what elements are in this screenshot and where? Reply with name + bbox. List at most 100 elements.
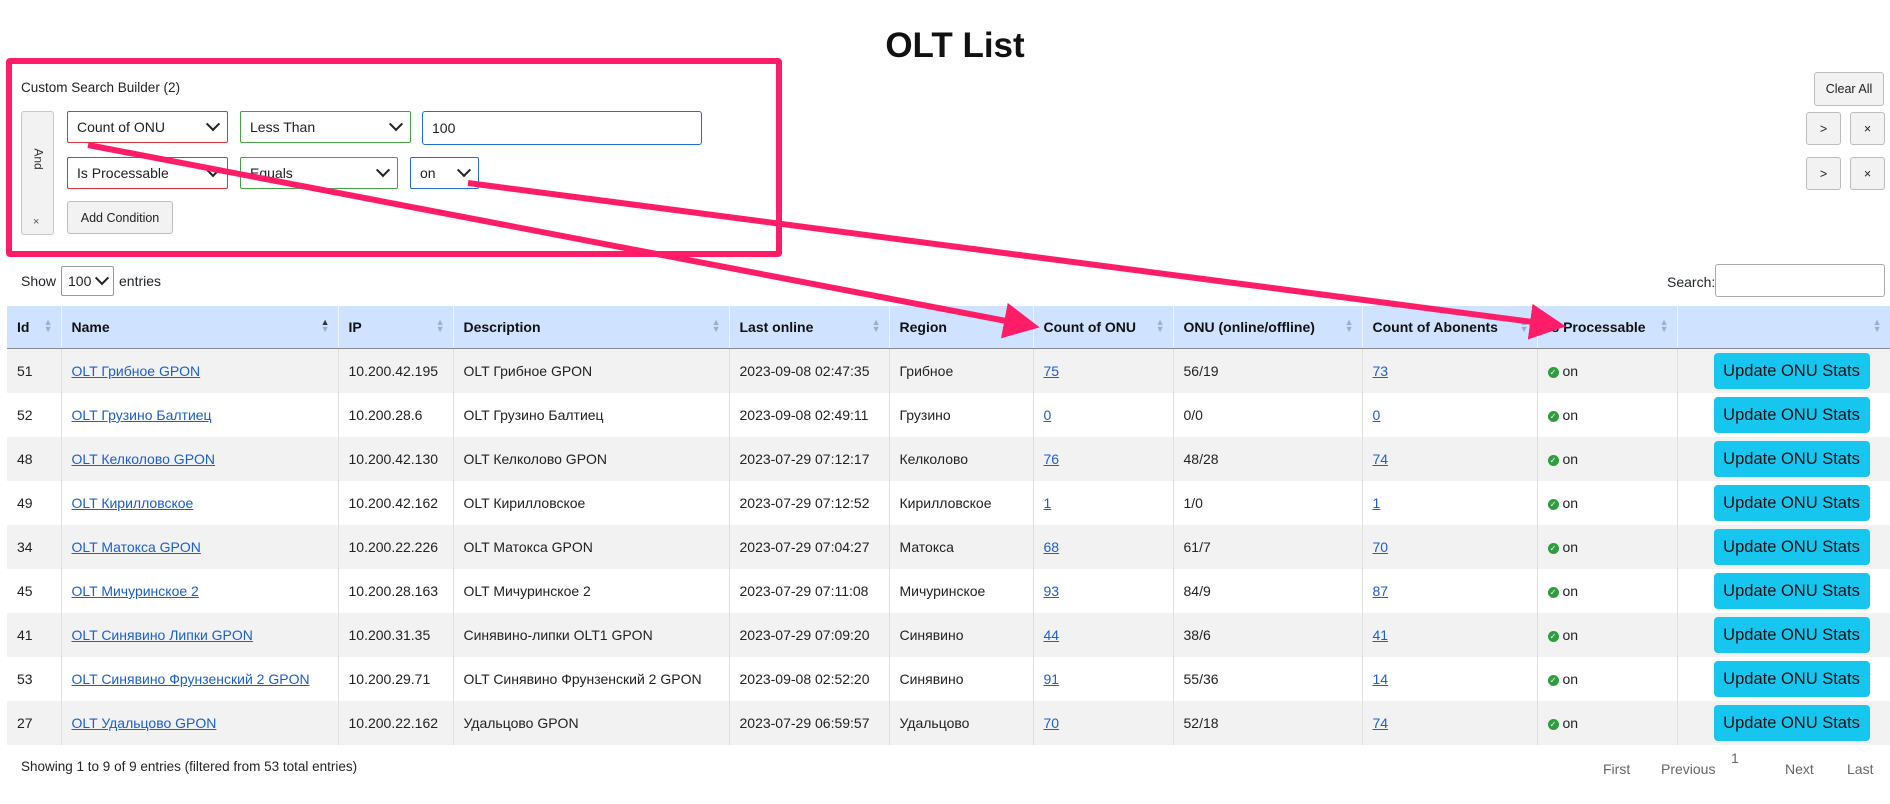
- column-header-description[interactable]: Description ▲ ▼: [453, 306, 730, 349]
- update-onu-stats-button[interactable]: Update ONU Stats: [1713, 485, 1870, 521]
- olt-name-link[interactable]: OLT Келколово GPON: [72, 451, 216, 467]
- update-onu-stats-button[interactable]: Update ONU Stats: [1713, 617, 1870, 653]
- pagination-page-1[interactable]: 1: [1731, 750, 1739, 766]
- cell-onu: 93: [1033, 569, 1174, 613]
- abonents-count-link[interactable]: 87: [1373, 583, 1389, 599]
- abonents-count-link[interactable]: 14: [1373, 671, 1389, 687]
- abonents-count-link[interactable]: 1: [1373, 495, 1381, 511]
- cell-onu: 44: [1033, 613, 1174, 657]
- abonents-count-link[interactable]: 70: [1373, 539, 1389, 555]
- table-row: 51 OLT Грибное GPON 10.200.42.195 OLT Грибн…: [7, 348, 1890, 393]
- olt-name-link[interactable]: OLT Удальцово GPON: [72, 715, 217, 731]
- add-condition-button[interactable]: Add Condition: [67, 201, 173, 234]
- olt-name-link[interactable]: OLT Мичуринское 2: [72, 583, 199, 599]
- column-header-actions[interactable]: ▲ ▼: [1677, 306, 1890, 349]
- logic-toggle[interactable]: And ×: [21, 111, 54, 235]
- cell-region: Грибное: [889, 348, 1034, 393]
- condition-2-indent-button[interactable]: >: [1806, 157, 1841, 190]
- cell-text: 52: [17, 407, 33, 423]
- entries-length-select[interactable]: 100: [61, 266, 114, 296]
- column-header-id[interactable]: Id ▲ ▼: [7, 306, 62, 349]
- column-header-onu-online-offline[interactable]: ONU (online/offline) ▲ ▼: [1173, 306, 1363, 349]
- condition-1-delete-button[interactable]: ×: [1850, 112, 1885, 145]
- column-header-is-processable[interactable]: Is Processable ▲ ▼: [1537, 306, 1678, 349]
- abonents-count-link[interactable]: 74: [1373, 451, 1389, 467]
- cell-abon: 74: [1362, 437, 1538, 481]
- update-onu-stats-button[interactable]: Update ONU Stats: [1713, 661, 1870, 697]
- cell-name: OLT Матокса GPON: [61, 525, 339, 569]
- onu-count-link[interactable]: 93: [1044, 583, 1060, 599]
- column-header-region[interactable]: Region ▲ ▼: [889, 306, 1034, 349]
- pagination-previous[interactable]: Previous: [1661, 761, 1715, 777]
- cell-text: 2023-07-29 06:59:57: [739, 715, 870, 731]
- cell-proc: ✓ on: [1537, 613, 1678, 657]
- olt-name-link[interactable]: OLT Грибное GPON: [72, 363, 201, 379]
- cell-proc: ✓ on: [1537, 348, 1678, 393]
- pagination-last[interactable]: Last: [1847, 761, 1873, 777]
- update-onu-stats-button[interactable]: Update ONU Stats: [1713, 529, 1870, 565]
- cell-text: 55/36: [1183, 671, 1219, 687]
- pagination-first[interactable]: First: [1603, 761, 1630, 777]
- column-header-ip[interactable]: IP ▲ ▼: [338, 306, 454, 349]
- condition-2-column-select[interactable]: Is Processable: [67, 157, 228, 189]
- clear-all-button[interactable]: Clear All: [1814, 72, 1884, 106]
- processable-value: on: [1562, 363, 1579, 379]
- logic-remove-icon[interactable]: ×: [33, 216, 39, 228]
- onu-count-link[interactable]: 76: [1044, 451, 1060, 467]
- cell-text: OLT Матокса GPON: [463, 539, 593, 555]
- cell-proc: ✓ on: [1537, 657, 1678, 701]
- cell-desc: Синявино-липки OLT1 GPON: [453, 613, 730, 657]
- cell-onu: 75: [1033, 348, 1174, 393]
- olt-name-link[interactable]: OLT Синявино Фрунзенский 2 GPON: [72, 671, 310, 687]
- cell-onu_status: 0/0: [1173, 393, 1363, 437]
- column-header-name[interactable]: Name ▲ ▼: [61, 306, 339, 349]
- condition-1-column-select[interactable]: Count of ONU: [67, 111, 228, 143]
- condition-2-delete-button[interactable]: ×: [1850, 157, 1885, 190]
- column-header-last-online[interactable]: Last online ▲ ▼: [729, 306, 890, 349]
- cell-action: Update ONU Stats: [1677, 701, 1890, 745]
- check-circle-icon: ✓: [1547, 586, 1559, 598]
- olt-name-link[interactable]: OLT Кирилловское: [72, 495, 194, 511]
- condition-1-indent-button[interactable]: >: [1806, 112, 1841, 145]
- cell-onu: 68: [1033, 525, 1174, 569]
- onu-count-link[interactable]: 75: [1044, 363, 1060, 379]
- onu-count-link[interactable]: 0: [1044, 407, 1052, 423]
- column-header-count-of-onu[interactable]: Count of ONU ▲ ▼: [1033, 306, 1174, 349]
- olt-name-link[interactable]: OLT Матокса GPON: [72, 539, 201, 555]
- cell-text: 2023-07-29 07:12:52: [739, 495, 870, 511]
- update-onu-stats-button[interactable]: Update ONU Stats: [1713, 353, 1870, 389]
- pagination-next[interactable]: Next: [1785, 761, 1814, 777]
- cell-desc: OLT Грибное GPON: [453, 348, 730, 393]
- cell-text: Удальцово: [899, 715, 970, 731]
- onu-count-link[interactable]: 91: [1044, 671, 1060, 687]
- processable-value: on: [1562, 495, 1579, 511]
- abonents-count-link[interactable]: 41: [1373, 627, 1389, 643]
- processable-value: on: [1562, 627, 1579, 643]
- cell-desc: OLT Келколово GPON: [453, 437, 730, 481]
- condition-1-value-input[interactable]: 100: [422, 111, 702, 145]
- update-onu-stats-button[interactable]: Update ONU Stats: [1713, 705, 1870, 741]
- cell-last: 2023-07-29 07:12:17: [729, 437, 890, 481]
- onu-count-link[interactable]: 1: [1044, 495, 1052, 511]
- onu-count-link[interactable]: 44: [1044, 627, 1060, 643]
- onu-count-link[interactable]: 70: [1044, 715, 1060, 731]
- onu-count-link[interactable]: 68: [1044, 539, 1060, 555]
- column-header-count-of-abonents[interactable]: Count of Abonents ▲ ▼: [1362, 306, 1538, 349]
- update-onu-stats-button[interactable]: Update ONU Stats: [1713, 441, 1870, 477]
- abonents-count-link[interactable]: 73: [1373, 363, 1389, 379]
- abonents-count-link[interactable]: 0: [1373, 407, 1381, 423]
- condition-2-operator-select[interactable]: Equals: [240, 157, 398, 189]
- condition-1-operator-select[interactable]: Less Than: [240, 111, 411, 143]
- update-onu-stats-button[interactable]: Update ONU Stats: [1713, 573, 1870, 609]
- search-input[interactable]: [1715, 264, 1885, 297]
- entries-label: entries: [119, 273, 162, 289]
- condition-2-value-select[interactable]: on: [410, 157, 479, 189]
- cell-ip: 10.200.42.130: [338, 437, 454, 481]
- olt-name-link[interactable]: OLT Синявино Липки GPON: [72, 627, 253, 643]
- entries-length-value: 100: [68, 273, 92, 289]
- condition-2-column-value: Is Processable: [77, 165, 169, 181]
- cell-text: 0/0: [1183, 407, 1203, 423]
- abonents-count-link[interactable]: 74: [1373, 715, 1389, 731]
- update-onu-stats-button[interactable]: Update ONU Stats: [1713, 397, 1870, 433]
- olt-name-link[interactable]: OLT Грузино Балтиец: [72, 407, 212, 423]
